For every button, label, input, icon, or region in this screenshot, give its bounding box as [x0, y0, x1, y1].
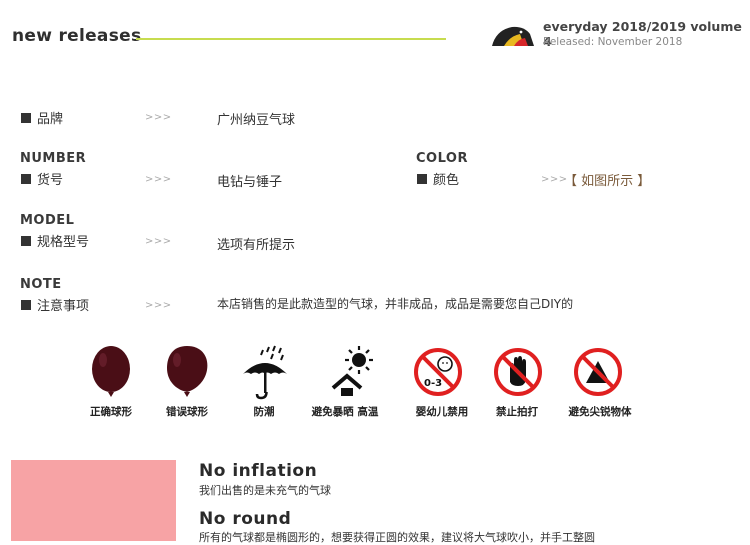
section-title: new releases: [12, 26, 142, 46]
color-title: COLOR: [416, 151, 468, 166]
arrows: >>>: [145, 112, 172, 123]
icon-label-hitting: 禁止拍打: [496, 406, 538, 418]
bullet-square-icon: [417, 173, 427, 184]
sharp-object-warning-icon: [567, 344, 629, 400]
note-label: 注意事项: [21, 295, 89, 314]
title-underline: [136, 38, 446, 40]
bullet-square-icon: [21, 299, 31, 310]
bullet-square-icon: [21, 112, 31, 123]
icon-label-children: 婴幼儿禁用: [415, 406, 469, 418]
balloon-correct-icon: [80, 344, 142, 400]
model-value: 选项有所提示: [217, 238, 296, 253]
release-date: Released: November 2018: [543, 36, 683, 48]
number-value: 电钻与锤子: [217, 175, 283, 190]
note-label-text: 注意事项: [37, 299, 90, 314]
icon-label-balloon-correct: 正确球形: [90, 406, 132, 418]
icon-label-moisture: 防潮: [253, 406, 275, 418]
brand-label: 品牌: [21, 108, 63, 127]
icon-label-balloon-wrong: 错误球形: [166, 406, 208, 418]
color-value: 【 如图所示 】: [564, 174, 651, 189]
model-label-text: 规格型号: [37, 235, 90, 250]
note-text-inflation: 我们出售的是未充气的气球: [199, 484, 331, 497]
brand-value: 广州纳豆气球: [217, 113, 296, 128]
age-label: 0-3: [424, 378, 442, 389]
number-label-text: 货号: [37, 173, 64, 188]
note-value: 本店销售的是此款造型的气球，并非成品，成品是需要您自己DIY的: [217, 297, 574, 311]
note-text-round: 所有的气球都是椭圆形的，想要获得正圆的效果，建议将大气球吹小，并手工整圆: [199, 531, 595, 544]
no-hitting-icon: [487, 344, 549, 400]
sun-house-icon: [324, 344, 386, 400]
balloon-wrong-icon: [156, 344, 218, 400]
color-label: 颜色: [417, 169, 459, 188]
note-title-inflation: No inflation: [199, 461, 318, 481]
bullet-square-icon: [21, 235, 31, 246]
number-label: 货号: [21, 169, 63, 188]
icon-label-sharp: 避免尖锐物体: [568, 406, 632, 418]
brand-logo-icon: [492, 26, 534, 46]
number-title: NUMBER: [20, 151, 87, 166]
color-label-text: 颜色: [433, 173, 460, 188]
bullet-square-icon: [21, 173, 31, 184]
brand-label-text: 品牌: [37, 112, 64, 127]
no-children-icon: 0-3: [407, 344, 469, 400]
model-title: MODEL: [20, 213, 75, 228]
arrows: >>>: [145, 174, 172, 185]
arrows: >>>: [145, 300, 172, 311]
arrows: >>>: [145, 236, 172, 247]
note-title-round: No round: [199, 509, 292, 529]
color-swatch: [11, 460, 176, 541]
icon-label-sun: 避免暴晒 高温: [311, 406, 379, 418]
umbrella-rain-icon: [234, 344, 296, 400]
model-label: 规格型号: [21, 231, 89, 250]
note-title: NOTE: [20, 277, 62, 292]
